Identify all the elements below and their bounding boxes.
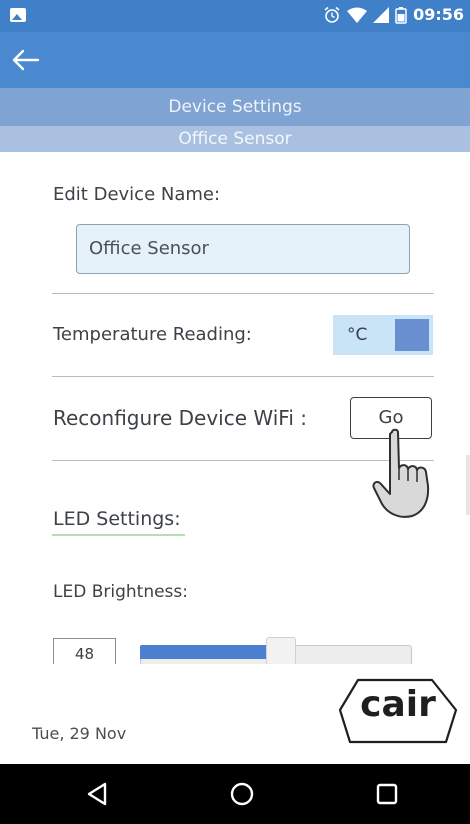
back-arrow-icon — [12, 49, 40, 71]
led-settings-label: LED Settings: — [53, 508, 181, 530]
divider — [52, 293, 434, 294]
brightness-value-box[interactable]: 48 — [53, 638, 116, 664]
toggle-knob — [395, 319, 429, 351]
device-subtitle: Office Sensor — [0, 126, 470, 152]
logo-text: cair — [360, 684, 436, 725]
reconfigure-wifi-label: Reconfigure Device WiFi : — [53, 406, 307, 430]
back-triangle-icon — [87, 782, 107, 806]
status-icons: 09:56 — [323, 5, 464, 24]
navigation-bar — [0, 764, 470, 824]
slider-thumb[interactable] — [266, 637, 296, 665]
slider-fill — [140, 645, 271, 659]
temperature-unit-label: °C — [347, 325, 368, 345]
brightness-slider[interactable] — [140, 637, 412, 665]
back-button[interactable] — [8, 42, 44, 78]
nav-recents-button[interactable] — [369, 776, 405, 812]
status-bar: 09:56 — [0, 0, 470, 32]
image-icon — [10, 8, 26, 22]
date-label: Tue, 29 Nov — [32, 724, 127, 743]
alarm-icon — [324, 6, 340, 23]
status-time: 09:56 — [413, 5, 464, 24]
section-underline — [52, 534, 185, 536]
temperature-unit-toggle[interactable]: °C — [333, 315, 433, 355]
page-title: Device Settings — [0, 88, 470, 126]
home-circle-icon — [230, 782, 254, 806]
nav-home-button[interactable] — [224, 776, 260, 812]
battery-icon — [395, 6, 407, 24]
led-brightness-label: LED Brightness: — [53, 582, 188, 602]
footer: Tue, 29 Nov cair — [0, 664, 470, 764]
recents-square-icon — [376, 783, 398, 805]
temperature-reading-label: Temperature Reading: — [53, 324, 252, 345]
nav-back-button[interactable] — [79, 776, 115, 812]
edit-device-name-label: Edit Device Name: — [53, 184, 221, 205]
pointing-hand-icon — [372, 428, 430, 518]
divider — [52, 376, 434, 377]
app-bar — [0, 32, 470, 88]
signal-icon — [373, 6, 390, 23]
scrollbar[interactable] — [466, 455, 470, 515]
device-name-input[interactable]: Office Sensor — [76, 224, 410, 274]
wifi-icon — [347, 7, 368, 23]
